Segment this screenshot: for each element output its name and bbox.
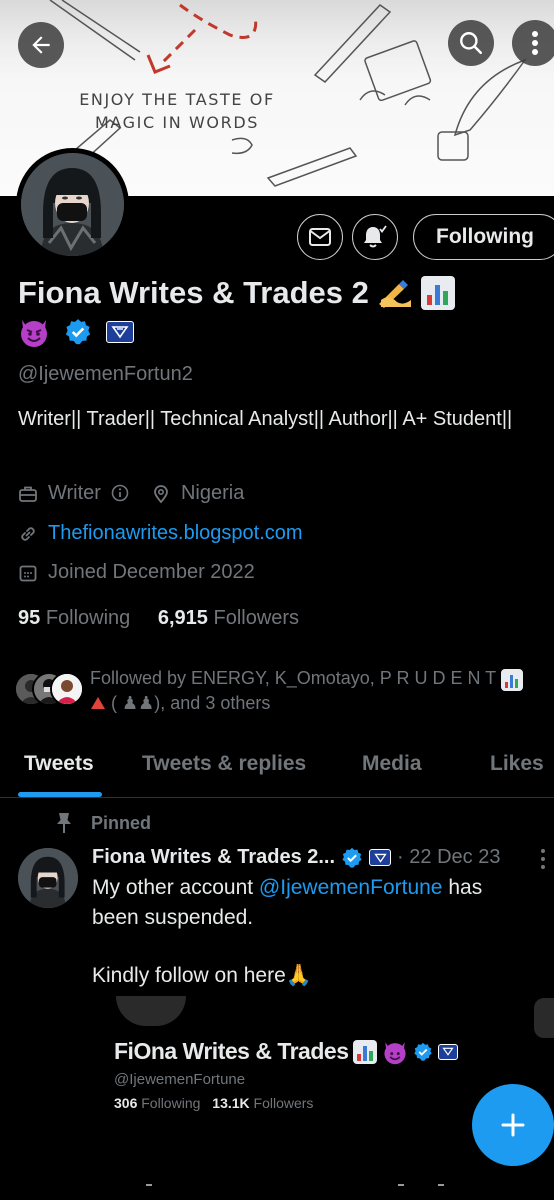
- more-vertical-icon: [532, 31, 538, 55]
- tweet-text-line: Kindly follow on here🙏: [92, 964, 312, 987]
- pin-icon: [55, 812, 73, 834]
- bar-chart-icon: [420, 276, 455, 310]
- tab-likes[interactable]: Likes: [490, 752, 544, 776]
- avatar-image: [21, 153, 124, 256]
- mail-icon: [309, 228, 331, 246]
- profile-joined: Joined December 2022: [48, 561, 255, 583]
- tab-tweets[interactable]: Tweets: [24, 752, 94, 776]
- profile-tabs: Tweets Tweets & replies Media Likes: [0, 742, 554, 798]
- followed-by-avatars: [14, 672, 86, 708]
- tab-tweets-replies[interactable]: Tweets & replies: [142, 752, 306, 776]
- embedded-card-counts: 306 Following 13.1K Followers: [114, 1095, 313, 1111]
- message-button[interactable]: [297, 214, 343, 260]
- briefcase-icon: [18, 484, 38, 504]
- following-label: Following: [45, 607, 131, 629]
- tweet-header: Fiona Writes & Trades 2... · 22 Dec 23: [92, 846, 554, 869]
- follower-avatar: [50, 672, 84, 706]
- profile-website-row: Thefionawrites.blogspot.com: [18, 522, 303, 545]
- following-button[interactable]: Following: [413, 214, 554, 260]
- embedded-card-name-text: FiOna Writes & Trades: [114, 1038, 349, 1064]
- avatar-image: [18, 848, 78, 908]
- embedded-card-avatar-edge: [116, 996, 186, 1026]
- divider-mark: [438, 1184, 444, 1186]
- embedded-card-edge: [534, 998, 554, 1038]
- affiliate-badge-icon: [438, 1043, 459, 1060]
- follow-counts: 95 Following 6,915 Followers: [18, 607, 299, 630]
- arrow-left-icon: [32, 36, 50, 54]
- profile-category: Writer: [48, 482, 101, 504]
- tab-media[interactable]: Media: [362, 752, 422, 776]
- tweet-author-name[interactable]: Fiona Writes & Trades 2...: [92, 846, 335, 869]
- banner-tagline: ENJOY THE TASTE OF MAGIC IN WORDS: [79, 90, 275, 132]
- followers-link[interactable]: 6,915 Followers: [158, 607, 299, 629]
- affiliate-logo-icon: [111, 326, 129, 339]
- profile-website-link[interactable]: Thefionawrites.blogspot.com: [48, 522, 303, 545]
- embedded-following-label: Following: [141, 1095, 201, 1111]
- smiling-devil-icon: [384, 1041, 407, 1064]
- writing-hand-icon: [378, 280, 411, 308]
- tweet-text-part: My other account: [92, 876, 259, 899]
- bell-check-icon: [364, 225, 387, 248]
- calendar-icon: [18, 563, 38, 583]
- verified-badge-icon: [414, 1042, 433, 1061]
- profile-joined-row: Joined December 2022: [18, 561, 255, 584]
- tweet-text: My other account @IjewemenFortune has be…: [92, 873, 532, 991]
- pinned-label: Pinned: [91, 812, 152, 833]
- profile-badges: [18, 316, 134, 348]
- affiliate-badge-icon[interactable]: [106, 321, 134, 343]
- display-name: Fiona Writes & Trades 2: [18, 275, 455, 311]
- followers-count: 6,915: [157, 607, 208, 629]
- embedded-followers-count: 13.1K: [212, 1095, 250, 1111]
- search-button[interactable]: [448, 20, 494, 66]
- embedded-card-handle: @IjewemenFortune: [114, 1071, 246, 1088]
- followed-by-section[interactable]: Followed by ENERGY, K_Omotayo, P R U D E…: [14, 666, 544, 716]
- red-triangle-icon: [91, 697, 105, 709]
- profile-category-location: Writer Nigeria: [18, 482, 244, 505]
- followers-label: Followers: [213, 607, 300, 629]
- more-options-button[interactable]: [512, 20, 554, 66]
- link-icon: [18, 524, 38, 544]
- profile-handle: @IjewemenFortun2: [18, 363, 193, 385]
- embedded-followers-label: Followers: [253, 1095, 314, 1111]
- bar-chart-icon: [353, 1039, 378, 1064]
- pinned-label-row: Pinned: [55, 812, 151, 834]
- divider-mark: [398, 1184, 404, 1186]
- notifications-button[interactable]: [352, 214, 398, 260]
- verified-badge-icon: [342, 847, 362, 868]
- active-tab-indicator: [18, 792, 102, 797]
- display-name-text: Fiona Writes & Trades 2: [18, 275, 369, 310]
- profile-location: Nigeria: [180, 482, 245, 504]
- following-count: 95: [18, 607, 41, 629]
- smiling-devil-icon: [21, 320, 47, 347]
- embedded-following-count: 306: [114, 1095, 138, 1111]
- plus-icon: [501, 1113, 525, 1137]
- followed-by-text: Followed by ENERGY, K_Omotayo, P R U D E…: [90, 666, 544, 716]
- location-pin-icon: [151, 484, 171, 504]
- followed-by-tail: ( ♟♟), and 3 others: [111, 693, 271, 713]
- affiliate-badge-icon: [369, 849, 392, 866]
- tweet-date[interactable]: · 22 Dec 23: [397, 846, 500, 869]
- profile-bio: Writer|| Trader|| Technical Analyst|| Au…: [18, 408, 513, 430]
- back-button[interactable]: [18, 22, 64, 68]
- compose-tweet-button[interactable]: [472, 1084, 554, 1166]
- divider-mark: [146, 1184, 152, 1186]
- info-icon[interactable]: [111, 484, 131, 504]
- followed-by-names: Followed by ENERGY, K_Omotayo, P R U D E…: [90, 668, 496, 688]
- verified-badge-icon[interactable]: [64, 318, 92, 346]
- embedded-card-name[interactable]: FiOna Writes & Trades: [114, 1038, 459, 1065]
- search-icon: [460, 32, 483, 55]
- bar-chart-icon: [500, 669, 523, 691]
- following-link[interactable]: 95 Following: [18, 607, 130, 629]
- tweet-author-avatar[interactable]: [18, 848, 78, 908]
- profile-avatar[interactable]: [16, 148, 129, 261]
- tweet-mention-link[interactable]: @IjewemenFortune: [259, 876, 443, 899]
- tweet-more-button[interactable]: [540, 848, 546, 875]
- more-vertical-icon: [541, 849, 545, 869]
